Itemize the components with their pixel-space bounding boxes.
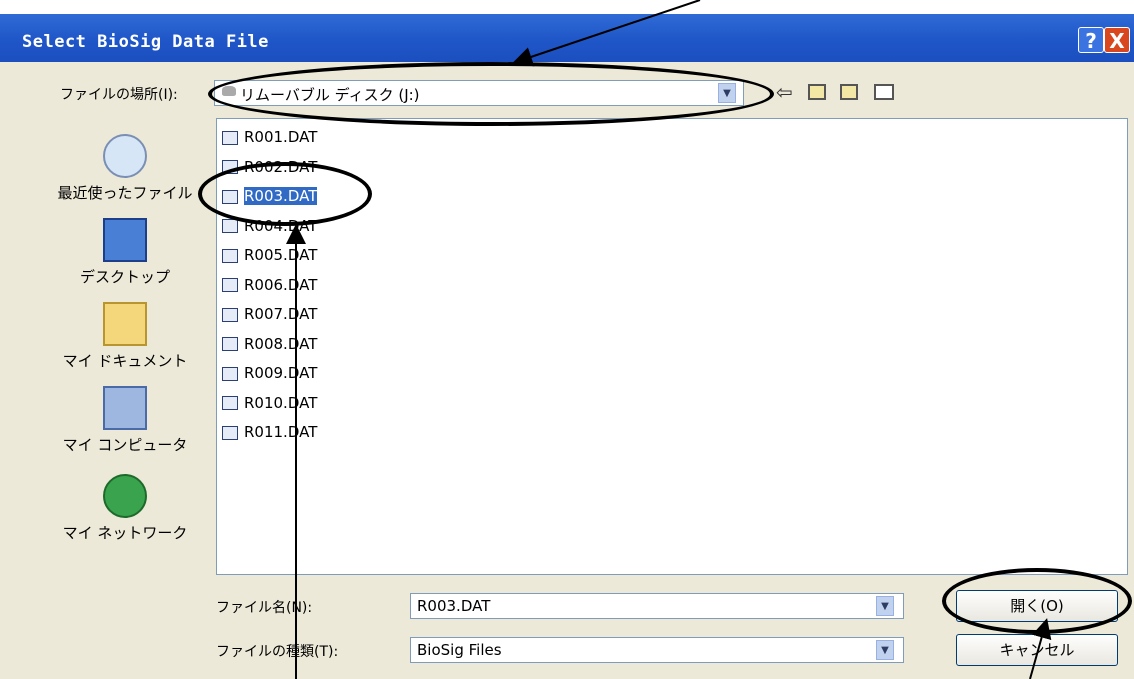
annotation-arrow-3: [1029, 618, 1052, 679]
annotation-arrows: [286, 0, 1052, 679]
annotation-arrow-1: [512, 0, 701, 67]
